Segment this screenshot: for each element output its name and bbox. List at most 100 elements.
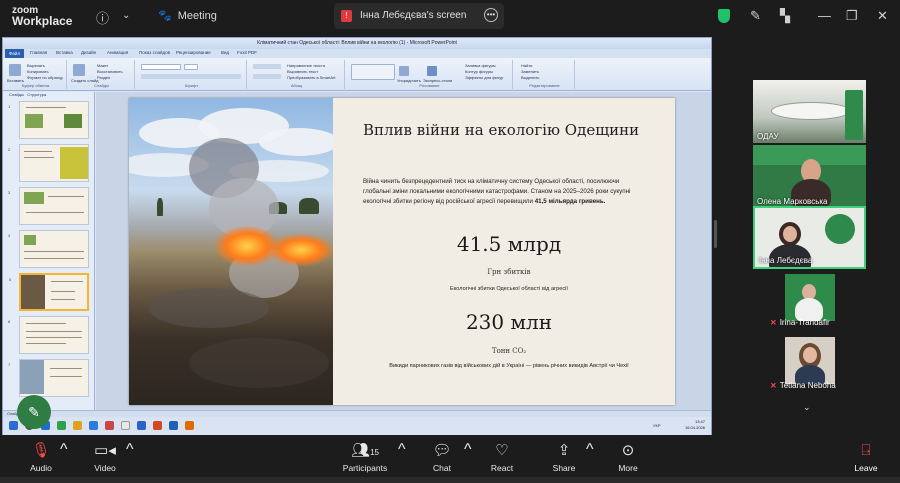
font-format-buttons[interactable] — [141, 74, 241, 79]
react-button[interactable]: ♡ React — [486, 441, 518, 473]
taskbar-clock[interactable]: 13:47 16.04.2026 — [685, 419, 705, 431]
taskbar-app-icon[interactable] — [89, 421, 98, 430]
minimize-icon[interactable]: — — [818, 8, 831, 23]
info-icon[interactable]: ⓘ — [96, 8, 109, 27]
taskbar-app-icon[interactable] — [169, 421, 178, 430]
participant-tile[interactable]: ОДАУ — [753, 80, 866, 143]
thumb-line — [26, 107, 66, 108]
replace-label[interactable]: Заменить — [521, 69, 539, 74]
participants-button[interactable]: 👥︎15 Participants — [338, 441, 392, 473]
ppt-tab-insert[interactable]: Вставка — [56, 50, 73, 55]
participant-thumbnail[interactable] — [785, 337, 835, 384]
share-options-caret[interactable]: ^ — [586, 441, 594, 459]
quick-styles-icon[interactable] — [427, 66, 437, 76]
bottom-edge-strip — [0, 477, 900, 483]
slide-body-bold: 41,5 мільярда гривень. — [534, 198, 606, 205]
screen-share-indicator[interactable]: ! Інна Лебєдєва's screen ••• — [334, 3, 504, 29]
ppt-ribbon: Вставить Вырезать Копировать Формат по о… — [3, 58, 711, 91]
ppt-tab-animation[interactable]: Анимация — [107, 50, 128, 55]
cut-label[interactable]: Вырезать — [27, 63, 45, 68]
paste-icon[interactable] — [9, 64, 21, 76]
slide-thumbnail[interactable]: 1 — [8, 101, 89, 139]
annotate-pen-button[interactable]: ✎ — [17, 395, 51, 429]
share-button[interactable]: ⇪ Share — [548, 441, 580, 473]
slide-thumbnail[interactable]: 4 — [8, 230, 89, 268]
more-button[interactable]: ⊙ More — [612, 441, 644, 473]
section-label[interactable]: Раздел — [97, 75, 110, 80]
shape-outline-label[interactable]: Контур фигуры — [465, 69, 493, 74]
powerpoint-taskbar-icon[interactable] — [153, 421, 162, 430]
shapes-gallery[interactable] — [351, 64, 395, 80]
audio-options-caret[interactable]: ^ — [60, 441, 68, 459]
participant-tile[interactable]: Олена Марковська — [753, 145, 866, 208]
ppt-tab-slideshow[interactable]: Показ слайдов — [139, 50, 170, 55]
windows-start-icon[interactable] — [9, 421, 18, 430]
taskbar-app-icon[interactable] — [185, 421, 194, 430]
taskbar-app-icon[interactable] — [121, 421, 130, 430]
leave-button[interactable]: ⍈ Leave — [850, 441, 882, 473]
participant-name-text: Олена Марковська — [757, 197, 828, 206]
gallery-scrollbar[interactable] — [714, 220, 717, 248]
video-options-caret[interactable]: ^ — [126, 441, 134, 459]
annotate-pen-icon[interactable]: ✎ — [750, 8, 761, 24]
thumb-line — [50, 368, 82, 369]
participants-options-caret[interactable]: ^ — [398, 441, 406, 459]
taskbar-app-icon[interactable] — [137, 421, 146, 430]
chat-button[interactable]: 💬︎ Chat — [426, 441, 458, 473]
meeting-menu[interactable]: 🐾 Meeting — [158, 9, 217, 22]
arrange-icon[interactable] — [399, 66, 409, 76]
chat-label: Chat — [433, 463, 451, 473]
participant-label: ⨯ Irina-Trandafir — [770, 318, 830, 327]
security-shield-icon[interactable] — [718, 9, 730, 23]
ppt-tab-file[interactable]: Файл — [5, 49, 25, 58]
current-slide[interactable]: Вплив війни на екологію Одещини Війна чи… — [129, 98, 675, 405]
shape-fill-label[interactable]: Заливка фигуры — [465, 63, 496, 68]
participant-thumbnail[interactable] — [785, 274, 835, 321]
video-button[interactable]: ▭◂ Video — [88, 441, 122, 473]
text-direction-label[interactable]: Направление текста — [287, 63, 325, 68]
ribbon-group-paragraph: Направление текста Выровнять текст Преоб… — [249, 60, 345, 89]
shape-effects-label[interactable]: Эффекты для фигур — [465, 75, 503, 80]
more-options-icon[interactable]: ••• — [484, 8, 498, 22]
slide-thumbnail-selected[interactable]: 5 — [9, 273, 89, 311]
taskbar-app-icon[interactable] — [57, 421, 66, 430]
audio-button[interactable]: 🎙︎ Audio — [24, 441, 58, 473]
align-buttons[interactable] — [253, 74, 281, 79]
smartart-label[interactable]: Преобразовать в SmartArt — [287, 75, 336, 80]
pane-tab-slides[interactable]: Слайды — [9, 92, 24, 97]
gallery-scroll-down-icon[interactable]: ⌄ — [803, 402, 811, 413]
thumb-image — [20, 360, 44, 394]
taskbar-app-icon[interactable] — [105, 421, 114, 430]
copy-label[interactable]: Копировать — [27, 69, 49, 74]
chat-options-caret[interactable]: ^ — [464, 441, 472, 459]
select-label[interactable]: Выделить — [521, 75, 539, 80]
pane-tab-outline[interactable]: Структура — [27, 92, 46, 97]
taskbar-language[interactable]: УКР — [653, 423, 661, 428]
ppt-tab-foxit[interactable]: Foxit PDF — [237, 50, 257, 55]
thumb-line — [24, 157, 54, 158]
participant-tile-active-speaker[interactable]: Інна Лебєдєва — [753, 206, 866, 269]
ppt-tab-home[interactable]: Главная — [30, 50, 47, 55]
ppt-tab-review[interactable]: Рецензирование — [176, 50, 211, 55]
ppt-tab-design[interactable]: Дизайн — [81, 50, 96, 55]
format-painter-label[interactable]: Формат по образцу — [27, 75, 63, 80]
slide-thumbnail[interactable]: 6 — [8, 316, 89, 354]
taskbar-app-icon[interactable] — [73, 421, 82, 430]
list-buttons[interactable] — [253, 64, 281, 69]
restore-icon[interactable]: ❐ — [846, 8, 858, 24]
font-size-box[interactable] — [184, 64, 198, 70]
view-layout-icon[interactable]: ▚ — [780, 8, 790, 24]
slide-thumbnail[interactable]: 7 — [8, 359, 89, 397]
layout-label[interactable]: Макет — [97, 63, 108, 68]
shared-powerpoint-window: Кліматичний стан Одеської області: Вплив… — [2, 37, 712, 435]
find-label[interactable]: Найти — [521, 63, 532, 68]
align-text-label[interactable]: Выровнять текст — [287, 69, 318, 74]
close-icon[interactable]: ✕ — [877, 8, 888, 24]
font-name-box[interactable] — [141, 64, 181, 70]
reset-label[interactable]: Восстановить — [97, 69, 123, 74]
ppt-tab-view[interactable]: Вид — [221, 50, 229, 55]
slide-thumbnail[interactable]: 3 — [8, 187, 89, 225]
slide-thumbnail[interactable]: 2 — [8, 144, 89, 182]
new-slide-icon[interactable] — [73, 64, 85, 76]
chevron-down-icon[interactable]: ⌄ — [122, 10, 130, 21]
